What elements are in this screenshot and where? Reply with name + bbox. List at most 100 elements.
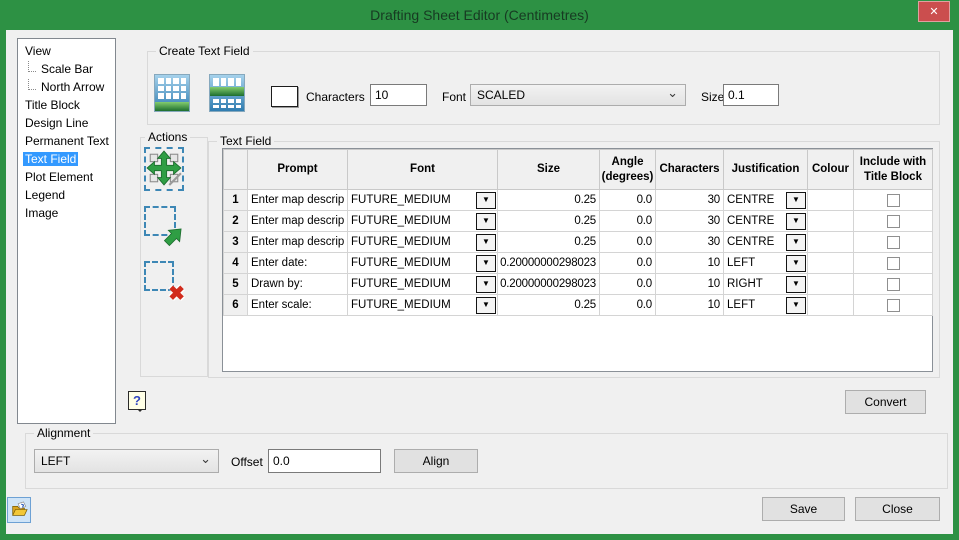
close-window-button[interactable]: ✕ [918, 1, 950, 22]
colour-cell[interactable] [808, 190, 854, 211]
font-select[interactable]: SCALED ⌄ [470, 84, 686, 106]
include-checkbox[interactable] [887, 257, 900, 270]
row-number[interactable]: 6 [224, 295, 248, 316]
characters-cell[interactable]: 30 [656, 232, 724, 253]
prompt-cell[interactable]: Enter scale: [248, 295, 348, 316]
include-checkbox[interactable] [887, 215, 900, 228]
font-cell[interactable]: FUTURE_MEDIUM▼ [348, 253, 498, 274]
include-checkbox[interactable] [887, 278, 900, 291]
include-cell[interactable] [854, 211, 933, 232]
colour-cell[interactable] [808, 253, 854, 274]
justification-cell[interactable]: LEFT▼ [724, 253, 808, 274]
font-dropdown-button[interactable]: ▼ [476, 192, 496, 209]
include-cell[interactable] [854, 295, 933, 316]
include-checkbox[interactable] [887, 236, 900, 249]
angle-cell[interactable]: 0.0 [600, 274, 656, 295]
characters-cell[interactable]: 30 [656, 190, 724, 211]
delete-text-field-button[interactable]: ✖ [144, 261, 184, 303]
angle-cell[interactable]: 0.0 [600, 253, 656, 274]
row-number[interactable]: 5 [224, 274, 248, 295]
justification-cell[interactable]: CENTRE▼ [724, 211, 808, 232]
font-cell[interactable]: FUTURE_MEDIUM▼ [348, 274, 498, 295]
justification-dropdown-button[interactable]: ▼ [786, 297, 806, 314]
font-dropdown-button[interactable]: ▼ [476, 297, 496, 314]
size-cell[interactable]: 0.25 [498, 211, 600, 232]
colour-cell[interactable] [808, 232, 854, 253]
prompt-cell[interactable]: Enter date: [248, 253, 348, 274]
justification-cell[interactable]: CENTRE▼ [724, 232, 808, 253]
characters-cell[interactable]: 30 [656, 211, 724, 232]
colour-cell[interactable] [808, 295, 854, 316]
characters-cell[interactable]: 10 [656, 274, 724, 295]
size-input[interactable] [723, 84, 779, 106]
sidebar-item-image[interactable]: Image [18, 204, 115, 222]
include-cell[interactable] [854, 274, 933, 295]
sidebar-item-plot-element[interactable]: Plot Element [18, 168, 115, 186]
justification-cell[interactable]: CENTRE▼ [724, 190, 808, 211]
justification-dropdown-button[interactable]: ▼ [786, 255, 806, 272]
angle-cell[interactable]: 0.0 [600, 211, 656, 232]
create-text-field-middle-band-button[interactable] [209, 74, 245, 112]
prompt-cell[interactable]: Drawn by: [248, 274, 348, 295]
justification-dropdown-button[interactable]: ▼ [786, 276, 806, 293]
prompt-cell[interactable]: Enter map descrip [248, 211, 348, 232]
include-cell[interactable] [854, 190, 933, 211]
row-number[interactable]: 4 [224, 253, 248, 274]
justification-dropdown-button[interactable]: ▼ [786, 192, 806, 209]
justification-dropdown-button[interactable]: ▼ [786, 234, 806, 251]
font-dropdown-button[interactable]: ▼ [476, 255, 496, 272]
font-cell[interactable]: FUTURE_MEDIUM▼ [348, 295, 498, 316]
angle-cell[interactable]: 0.0 [600, 190, 656, 211]
font-dropdown-button[interactable]: ▼ [476, 234, 496, 251]
help-button[interactable]: ? [128, 391, 146, 410]
size-cell[interactable]: 0.20000000298023 [498, 253, 600, 274]
create-text-field-bottom-band-button[interactable] [154, 74, 190, 112]
characters-cell[interactable]: 10 [656, 253, 724, 274]
sidebar-item-scale-bar[interactable]: Scale Bar [18, 60, 115, 78]
move-text-field-button[interactable] [144, 147, 184, 191]
include-checkbox[interactable] [887, 194, 900, 207]
include-cell[interactable] [854, 253, 933, 274]
angle-cell[interactable]: 0.0 [600, 295, 656, 316]
save-button[interactable]: Save [762, 497, 845, 521]
sidebar-item-permanent-text[interactable]: Permanent Text [18, 132, 115, 150]
size-cell[interactable]: 0.20000000298023 [498, 274, 600, 295]
align-button[interactable]: Align [394, 449, 478, 473]
open-file-button[interactable] [7, 497, 31, 523]
font-cell[interactable]: FUTURE_MEDIUM▼ [348, 211, 498, 232]
size-cell[interactable]: 0.25 [498, 232, 600, 253]
font-dropdown-button[interactable]: ▼ [476, 276, 496, 293]
convert-button[interactable]: Convert [845, 390, 926, 414]
font-dropdown-button[interactable]: ▼ [476, 213, 496, 230]
font-cell[interactable]: FUTURE_MEDIUM▼ [348, 190, 498, 211]
alignment-select[interactable]: LEFT ⌄ [34, 449, 219, 473]
copy-text-field-button[interactable] [144, 206, 184, 246]
justification-cell[interactable]: LEFT▼ [724, 295, 808, 316]
sidebar-item-design-line[interactable]: Design Line [18, 114, 115, 132]
colour-cell[interactable] [808, 274, 854, 295]
offset-input[interactable] [268, 449, 381, 473]
size-cell[interactable]: 0.25 [498, 295, 600, 316]
prompt-cell[interactable]: Enter map descrip [248, 232, 348, 253]
colour-swatch-button[interactable] [271, 86, 298, 107]
sidebar-item-view[interactable]: View [18, 42, 115, 60]
justification-dropdown-button[interactable]: ▼ [786, 213, 806, 230]
colour-cell[interactable] [808, 211, 854, 232]
row-number[interactable]: 1 [224, 190, 248, 211]
font-cell[interactable]: FUTURE_MEDIUM▼ [348, 232, 498, 253]
sidebar-item-north-arrow[interactable]: North Arrow [18, 78, 115, 96]
sidebar-item-text-field[interactable]: Text Field [18, 150, 115, 168]
angle-cell[interactable]: 0.0 [600, 232, 656, 253]
size-cell[interactable]: 0.25 [498, 190, 600, 211]
row-number[interactable]: 2 [224, 211, 248, 232]
row-number[interactable]: 3 [224, 232, 248, 253]
characters-input[interactable] [370, 84, 427, 106]
prompt-cell[interactable]: Enter map descrip [248, 190, 348, 211]
include-checkbox[interactable] [887, 299, 900, 312]
justification-cell[interactable]: RIGHT▼ [724, 274, 808, 295]
sidebar-item-legend[interactable]: Legend [18, 186, 115, 204]
sidebar-item-title-block[interactable]: Title Block [18, 96, 115, 114]
close-button[interactable]: Close [855, 497, 940, 521]
include-cell[interactable] [854, 232, 933, 253]
characters-cell[interactable]: 10 [656, 295, 724, 316]
